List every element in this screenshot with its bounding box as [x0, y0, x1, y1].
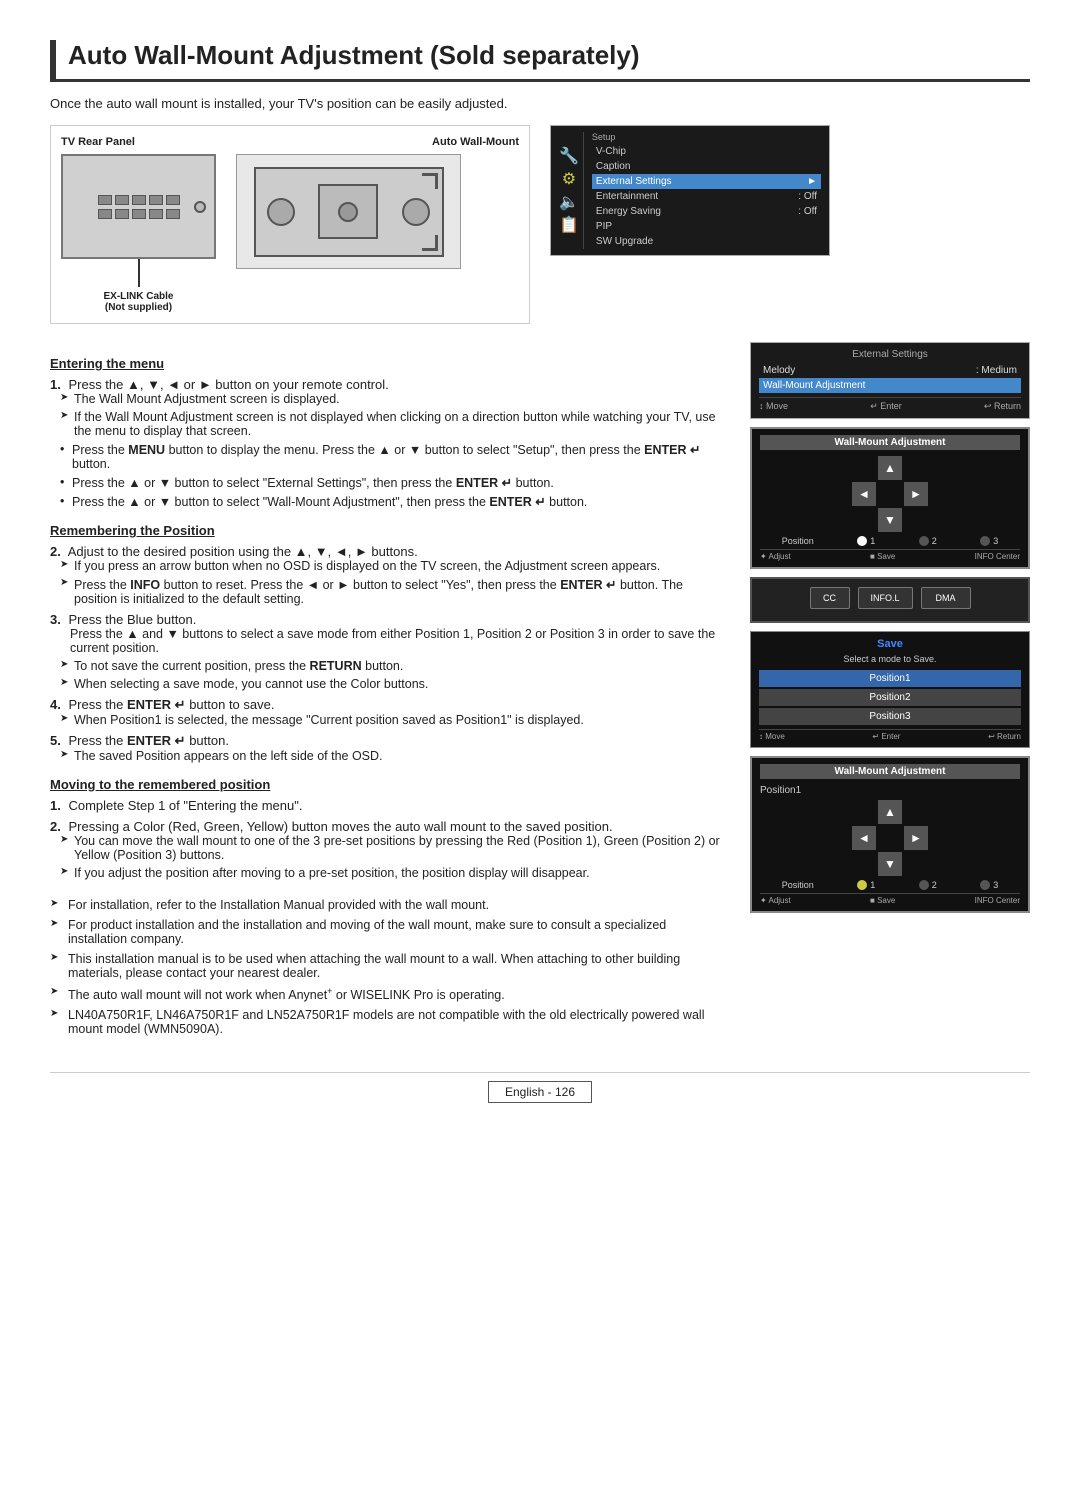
page-footer: English - 126: [50, 1072, 1030, 1103]
page-title: Auto Wall-Mount Adjustment (Sold separat…: [50, 40, 1030, 82]
setup-menu-screen: 🔧 ⚙ 🔈 📋 Setup V-Chip Caption External Se…: [550, 125, 830, 256]
step-3-text: Press the Blue button.: [68, 612, 196, 627]
moving-position-heading: Moving to the remembered position: [50, 777, 726, 792]
auto-wall-mount: [236, 154, 461, 269]
move-step-2: 2. Pressing a Color (Red, Green, Yellow)…: [50, 819, 726, 880]
step-4-sub-1: When Position1 is selected, the message …: [60, 713, 726, 727]
step-1-text: Press the ▲, ▼, ◄ or ► button on your re…: [68, 377, 388, 392]
right-content: External Settings Melody: Medium Wall-Mo…: [750, 342, 1030, 1042]
left-content: Entering the menu 1. Press the ▲, ▼, ◄ o…: [50, 342, 726, 1042]
move-step-2-text: Pressing a Color (Red, Green, Yellow) bu…: [68, 819, 612, 834]
step-1-bullet-1: Press the MENU button to display the men…: [60, 442, 726, 471]
intro-text: Once the auto wall mount is installed, y…: [50, 96, 1030, 111]
step-1: 1. Press the ▲, ▼, ◄ or ► button on your…: [50, 377, 726, 509]
remembering-position-section: Remembering the Position 2. Adjust to th…: [50, 523, 726, 763]
move-step-2-sub-2: If you adjust the position after moving …: [60, 866, 726, 880]
note-3: This installation manual is to be used w…: [50, 952, 726, 980]
step-5-text: Press the ENTER ↵ button.: [68, 733, 228, 748]
move-step-2-sub-1: You can move the wall mount to one of th…: [60, 834, 726, 862]
cable-label: EX-LINK Cable(Not supplied): [103, 291, 173, 313]
step-2-sub-2: Press the INFO button to reset. Press th…: [60, 577, 726, 606]
notes-section: For installation, refer to the Installat…: [50, 898, 726, 1036]
move-step-1-text: Complete Step 1 of "Entering the menu".: [68, 798, 302, 813]
step-4: 4. Press the ENTER ↵ button to save. Whe…: [50, 697, 726, 727]
step-3: 3. Press the Blue button. Press the ▲ an…: [50, 612, 726, 691]
step-3-sub-2: When selecting a save mode, you cannot u…: [60, 677, 726, 691]
step-1-sub-1: The Wall Mount Adjustment screen is disp…: [60, 392, 726, 406]
move-step-1: 1. Complete Step 1 of "Entering the menu…: [50, 798, 726, 813]
save-option-1: Position1: [759, 670, 1021, 687]
remote-control-buttons: CC INFO.L DMA: [750, 577, 1030, 623]
step-3-sub-1: To not save the current position, press …: [60, 659, 726, 673]
wall-mount-adj-screen-2: Wall-Mount Adjustment Position1 ▲ ◄ ► ▼ …: [750, 756, 1030, 913]
remembering-position-heading: Remembering the Position: [50, 523, 726, 538]
step-2-sub-1: If you press an arrow button when no OSD…: [60, 559, 726, 573]
step-5-sub-1: The saved Position appears on the left s…: [60, 749, 726, 763]
wall-mount-adj-screen-1: Wall-Mount Adjustment ▲ ◄ ► ▼ Position 1…: [750, 427, 1030, 569]
tv-rear-panel: EX-LINK Cable(Not supplied): [61, 154, 216, 313]
step-1-bullet-2: Press the ▲ or ▼ button to select "Exter…: [60, 475, 726, 490]
entering-menu-heading: Entering the menu: [50, 356, 726, 371]
step-2-text: Adjust to the desired position using the…: [68, 544, 418, 559]
step-1-sub-2: If the Wall Mount Adjustment screen is n…: [60, 410, 726, 438]
step-3-sub-plain: Press the ▲ and ▼ buttons to select a sa…: [70, 627, 726, 655]
moving-position-section: Moving to the remembered position 1. Com…: [50, 777, 726, 880]
note-1: For installation, refer to the Installat…: [50, 898, 726, 912]
note-2: For product installation and the install…: [50, 918, 726, 946]
external-settings-screen: External Settings Melody: Medium Wall-Mo…: [750, 342, 1030, 419]
step-2: 2. Adjust to the desired position using …: [50, 544, 726, 606]
save-option-2: Position2: [759, 689, 1021, 706]
step-1-bullet-3: Press the ▲ or ▼ button to select "Wall-…: [60, 494, 726, 509]
note-5: LN40A750R1F, LN46A750R1F and LN52A750R1F…: [50, 1008, 726, 1036]
diagram-label-mount: Auto Wall-Mount: [432, 136, 519, 148]
note-4: The auto wall mount will not work when A…: [50, 986, 726, 1002]
footer-label: English - 126: [488, 1081, 592, 1103]
step-4-text: Press the ENTER ↵ button to save.: [68, 697, 274, 712]
save-screen: Save Select a mode to Save. Position1 Po…: [750, 631, 1030, 748]
diagram-label-tv: TV Rear Panel: [61, 136, 135, 148]
save-option-3: Position3: [759, 708, 1021, 725]
ui-screenshots-panel: 🔧 ⚙ 🔈 📋 Setup V-Chip Caption External Se…: [550, 125, 830, 324]
diagram-box: TV Rear Panel Auto Wall-Mount: [50, 125, 530, 324]
step-5: 5. Press the ENTER ↵ button. The saved P…: [50, 733, 726, 763]
external-settings-label: External Settings: [596, 176, 672, 187]
entering-menu-section: Entering the menu 1. Press the ▲, ▼, ◄ o…: [50, 356, 726, 509]
